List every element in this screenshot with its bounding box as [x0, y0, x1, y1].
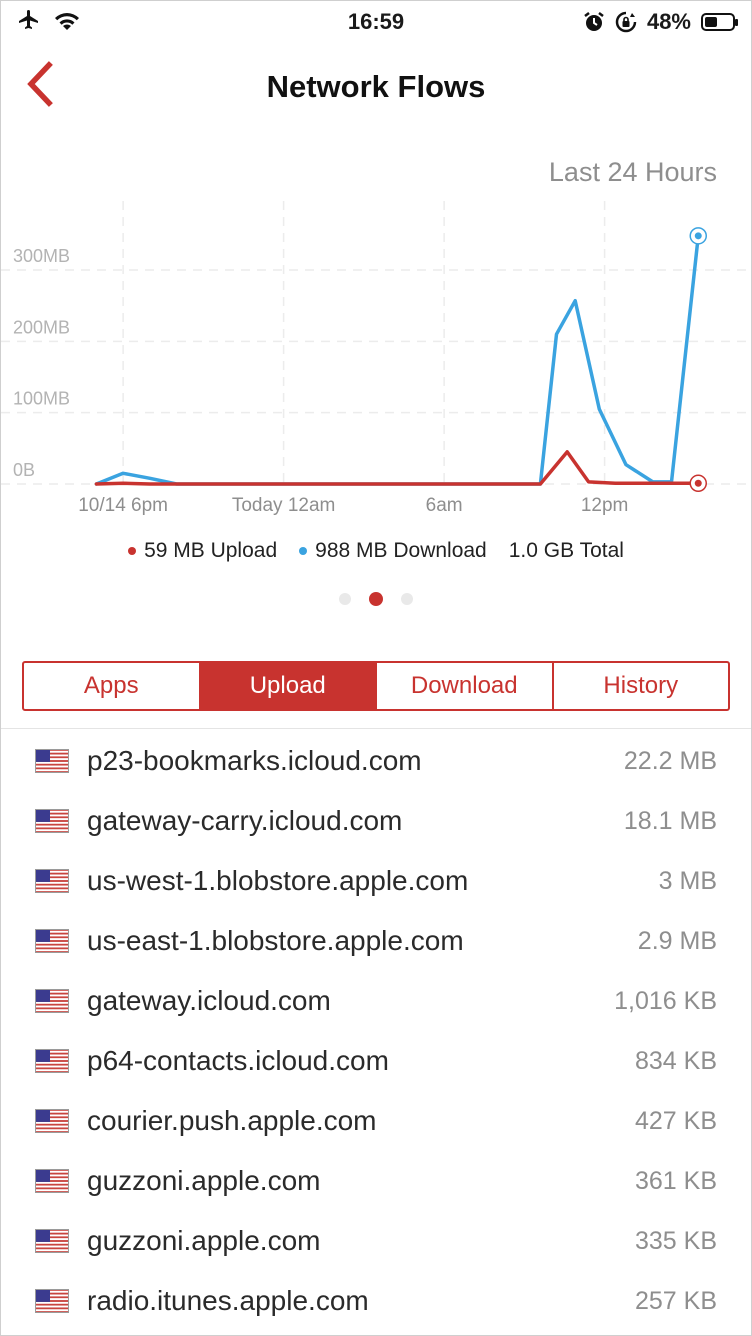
tab-history[interactable]: History — [554, 663, 729, 709]
download-dot-icon — [299, 547, 308, 555]
page-dot[interactable] — [339, 593, 351, 605]
host-name: guzzoni.apple.com — [87, 1225, 321, 1256]
host-name: p23-bookmarks.icloud.com — [87, 745, 422, 776]
status-bar: 16:59 48% — [1, 1, 751, 43]
tab-download[interactable]: Download — [377, 663, 554, 709]
us-flag-icon — [35, 1049, 69, 1073]
data-size: 18.1 MB — [623, 807, 717, 835]
legend-total-label: 1.0 GB Total — [508, 539, 624, 562]
page-dot[interactable] — [369, 592, 383, 606]
list-item[interactable]: p23-bookmarks.icloud.com 22.2 MB — [1, 731, 751, 791]
rotation-lock-icon — [615, 11, 637, 33]
data-size: 335 KB — [634, 1227, 717, 1255]
page-title: Network Flows — [266, 69, 486, 104]
battery-icon — [701, 13, 738, 31]
list-item[interactable]: gateway-carry.icloud.com 18.1 MB — [1, 791, 751, 851]
legend-download: 988 MB Download — [299, 539, 487, 563]
x-tick-label: 12pm — [581, 495, 629, 516]
data-size: 257 KB — [634, 1287, 717, 1315]
host-name: gateway-carry.icloud.com — [87, 805, 403, 836]
legend-upload-label: 59 MB Upload — [144, 539, 278, 562]
us-flag-icon — [35, 1109, 69, 1133]
host-name: us-east-1.blobstore.apple.com — [87, 925, 464, 956]
y-tick-label: 300MB — [13, 246, 70, 266]
us-flag-icon — [35, 749, 69, 773]
tab-upload[interactable]: Upload — [200, 663, 377, 709]
list-item[interactable]: courier.push.apple.com 427 KB — [1, 1091, 751, 1151]
list-item[interactable]: radio.itunes.apple.com 257 KB — [1, 1271, 751, 1331]
list-item[interactable]: us-west-1.blobstore.apple.com 3 MB — [1, 851, 751, 911]
legend-upload: 59 MB Upload — [128, 539, 277, 563]
tab-apps[interactable]: Apps — [24, 663, 201, 709]
traffic-chart: 0B 100MB 200MB 300MB 10/14 6pm Today 12am 6am 1… — [1, 201, 751, 531]
upload-last-point — [694, 479, 702, 487]
time-range-label[interactable]: Last 24 Hours — [549, 157, 717, 188]
battery-percent: 48% — [646, 9, 691, 34]
upload-series-line — [94, 450, 701, 486]
download-series-line — [94, 234, 701, 486]
battery-level — [705, 17, 718, 27]
us-flag-icon — [35, 809, 69, 833]
y-tick-label: 100MB — [13, 389, 70, 409]
status-right: 48% — [583, 9, 738, 35]
list-item[interactable]: p64-contacts.icloud.com 834 KB — [1, 1031, 751, 1091]
upload-dot-icon — [128, 547, 137, 555]
data-size: 3 MB — [658, 867, 717, 895]
host-name: courier.push.apple.com — [87, 1105, 377, 1136]
list-item[interactable]: guzzoni.apple.com 335 KB — [1, 1211, 751, 1271]
data-size: 22.2 MB — [623, 747, 717, 775]
x-tick-label: 6am — [426, 495, 463, 516]
x-tick-label: 10/14 6pm — [78, 495, 168, 516]
page-dot[interactable] — [401, 593, 413, 605]
chart-legend: 59 MB Upload 988 MB Download 1.0 GB Tota… — [1, 539, 751, 563]
legend-total: 1.0 GB Total — [509, 539, 624, 563]
traffic-chart-svg: 0B 100MB 200MB 300MB 10/14 6pm Today 12am 6am 1… — [1, 201, 751, 516]
x-tick-label: Today 12am — [232, 495, 336, 516]
page-indicator — [1, 592, 751, 606]
list-item[interactable]: gateway.icloud.com 1,016 KB — [1, 971, 751, 1031]
data-size: 1,016 KB — [614, 987, 717, 1015]
flow-list: p23-bookmarks.icloud.com 22.2 MB gateway… — [1, 731, 751, 1331]
alarm-icon — [584, 12, 604, 31]
us-flag-icon — [35, 1169, 69, 1193]
list-item[interactable]: us-east-1.blobstore.apple.com 2.9 MB — [1, 911, 751, 971]
us-flag-icon — [35, 1289, 69, 1313]
us-flag-icon — [35, 989, 69, 1013]
data-size: 361 KB — [634, 1167, 717, 1195]
host-name: gateway.icloud.com — [87, 985, 331, 1016]
host-name: radio.itunes.apple.com — [87, 1285, 369, 1316]
host-name: us-west-1.blobstore.apple.com — [87, 865, 469, 896]
app-screen: 16:59 48% Network Flows Last 24 Hours 0B… — [0, 0, 752, 1336]
data-size: 834 KB — [634, 1047, 717, 1075]
data-size: 427 KB — [634, 1107, 717, 1135]
segmented-control: Apps Upload Download History — [22, 661, 730, 711]
us-flag-icon — [35, 929, 69, 953]
us-flag-icon — [35, 1229, 69, 1253]
legend-download-label: 988 MB Download — [315, 539, 487, 562]
y-tick-label: 0B — [13, 460, 35, 480]
y-tick-label: 200MB — [13, 317, 70, 337]
nav-bar: Network Flows — [1, 49, 751, 125]
download-last-point — [694, 232, 702, 240]
host-name: guzzoni.apple.com — [87, 1165, 321, 1196]
us-flag-icon — [35, 869, 69, 893]
divider — [1, 728, 751, 729]
host-name: p64-contacts.icloud.com — [87, 1045, 389, 1076]
data-size: 2.9 MB — [637, 927, 717, 955]
list-item[interactable]: guzzoni.apple.com 361 KB — [1, 1151, 751, 1211]
